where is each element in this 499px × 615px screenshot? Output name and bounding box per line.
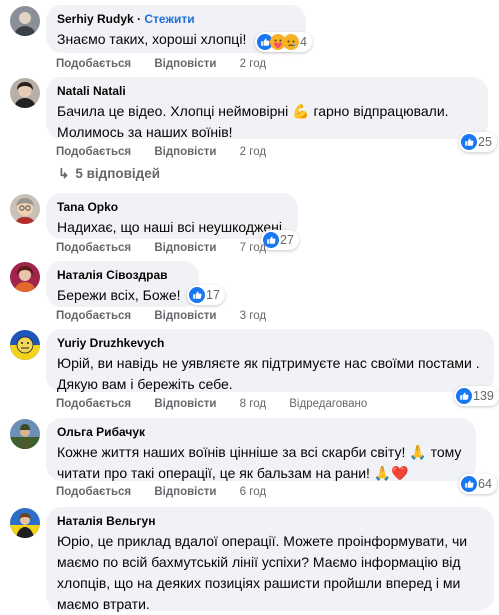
comment-actions: Подобається Відповісти 2 год bbox=[56, 145, 286, 159]
comment-bubble: Yuriy Druzhkevych Юрій, ви навідь не уяв… bbox=[46, 329, 494, 392]
comment-author[interactable]: Yuriy Druzhkevych bbox=[57, 335, 483, 351]
avatar[interactable] bbox=[10, 508, 40, 538]
reaction-summary[interactable]: 17 bbox=[187, 285, 225, 305]
folded-hands-emoji: 🙏 bbox=[373, 465, 392, 481]
like-button[interactable]: Подобається bbox=[56, 485, 131, 499]
comment-bubble: Наталія Вельгун Юріо, це приклад вдалої … bbox=[46, 507, 494, 612]
comment-author[interactable]: Tana Opko bbox=[57, 199, 287, 215]
comment-actions: Подобається Відповісти 8 год Відредагова… bbox=[56, 397, 367, 411]
flexed-biceps-emoji: 💪 bbox=[292, 103, 310, 119]
reply-button[interactable]: Відповісти bbox=[154, 57, 216, 71]
reaction-summary[interactable]: 25 bbox=[459, 132, 497, 152]
avatar[interactable] bbox=[10, 330, 40, 360]
reply-button[interactable]: Відповісти bbox=[154, 241, 216, 255]
reaction-count: 17 bbox=[206, 288, 220, 302]
like-icon bbox=[456, 388, 472, 404]
comment-author[interactable]: Serhiy Rudyk bbox=[57, 12, 134, 26]
comment-bubble: Tana Opko Надихає, що наші всі неушкодже… bbox=[46, 193, 298, 239]
comment-bubble: Наталія Сівоздрав Бережи всіх, Боже! bbox=[46, 261, 199, 307]
like-button[interactable]: Подобається bbox=[56, 397, 131, 411]
reply-button[interactable]: Відповісти bbox=[154, 309, 216, 323]
reaction-count: 25 bbox=[478, 135, 492, 149]
comment-text: Юрій, ви навідь не уявляєте як підтримує… bbox=[57, 355, 480, 371]
avatar[interactable] bbox=[10, 78, 40, 108]
avatar[interactable] bbox=[10, 194, 40, 224]
reaction-count: 64 bbox=[478, 477, 492, 491]
comment-text: Юріо, це приклад вдалої операції. Можете… bbox=[57, 533, 468, 549]
edited-label[interactable]: Відредаговано bbox=[289, 397, 367, 411]
comment-text: Бережи всіх, Боже! bbox=[57, 287, 181, 303]
avatar[interactable] bbox=[10, 419, 40, 449]
timestamp[interactable]: 2 год bbox=[240, 145, 266, 159]
comment-author[interactable]: Ольга Рибачук bbox=[57, 424, 465, 440]
like-button[interactable]: Подобається bbox=[56, 309, 131, 323]
view-replies-button[interactable]: ↳ 5 відповідей bbox=[58, 166, 160, 182]
reaction-summary[interactable]: 64 bbox=[459, 474, 497, 494]
like-icon bbox=[461, 476, 477, 492]
comment-author[interactable]: Natali Natali bbox=[57, 83, 477, 99]
like-button[interactable]: Подобається bbox=[56, 241, 131, 255]
like-button[interactable]: Подобається bbox=[56, 57, 131, 71]
timestamp[interactable]: 7 год bbox=[240, 241, 266, 255]
comment-actions: Подобається Відповісти 2 год bbox=[56, 57, 286, 71]
comment-bubble: Natali Natali Бачила це відео. Хлопці не… bbox=[46, 77, 488, 140]
comment-author[interactable]: Наталія Сівоздрав bbox=[57, 267, 188, 283]
comment-bubble: Ольга Рибачук Кожне життя наших воїнів ц… bbox=[46, 418, 476, 481]
red-heart-emoji: ❤️ bbox=[391, 465, 409, 481]
comment-text: Бачила це відео. Хлопці неймовірні 💪 гар… bbox=[57, 101, 477, 122]
comment-text: Кожне життя наших воїнів цінніше за всі … bbox=[57, 442, 465, 463]
reaction-summary[interactable]: 4 bbox=[255, 32, 312, 52]
comment-author[interactable]: Наталія Вельгун bbox=[57, 513, 483, 529]
comment-text-line2: читати про такі операції, це як бальзам … bbox=[57, 463, 465, 484]
reaction-count: 139 bbox=[473, 389, 494, 403]
reply-arrow-icon: ↳ bbox=[58, 166, 70, 181]
comment-actions: Подобається Відповісти 7 год bbox=[56, 241, 286, 255]
timestamp[interactable]: 2 год bbox=[240, 57, 266, 71]
reaction-count: 4 bbox=[300, 35, 307, 49]
like-icon bbox=[189, 287, 205, 303]
like-icon bbox=[461, 134, 477, 150]
avatar[interactable] bbox=[10, 262, 40, 292]
comment-text-line2: Молимось за наших воїнів! bbox=[57, 124, 233, 140]
comment-text: Надихає, що наші всі неушкоджені. bbox=[57, 219, 286, 235]
reply-button[interactable]: Відповісти bbox=[154, 397, 216, 411]
timestamp[interactable]: 8 год bbox=[240, 397, 266, 411]
comment-text-line4: маємо втрати. bbox=[57, 596, 150, 612]
comment-text-line2: Дякую вам і бережіть себе. bbox=[57, 376, 233, 392]
comment-actions: Подобається Відповісти 6 год bbox=[56, 485, 286, 499]
comment-actions: Подобається Відповісти 3 год bbox=[56, 309, 286, 323]
timestamp[interactable]: 3 год bbox=[240, 309, 266, 323]
timestamp[interactable]: 6 год bbox=[240, 485, 266, 499]
reply-button[interactable]: Відповісти bbox=[154, 145, 216, 159]
like-button[interactable]: Подобається bbox=[56, 145, 131, 159]
folded-hands-emoji: 🙏 bbox=[409, 444, 427, 460]
reaction-summary[interactable]: 139 bbox=[454, 386, 499, 406]
reply-button[interactable]: Відповісти bbox=[154, 485, 216, 499]
comment-text-line3: хлопців, що на деяких позиціях рашисти п… bbox=[57, 575, 461, 591]
follow-link[interactable]: Стежити bbox=[144, 12, 194, 26]
comment-text-line2: маємо по всій бахмутській лінії успіхи? … bbox=[57, 554, 461, 570]
sad-icon bbox=[283, 34, 299, 50]
avatar[interactable] bbox=[10, 6, 40, 36]
